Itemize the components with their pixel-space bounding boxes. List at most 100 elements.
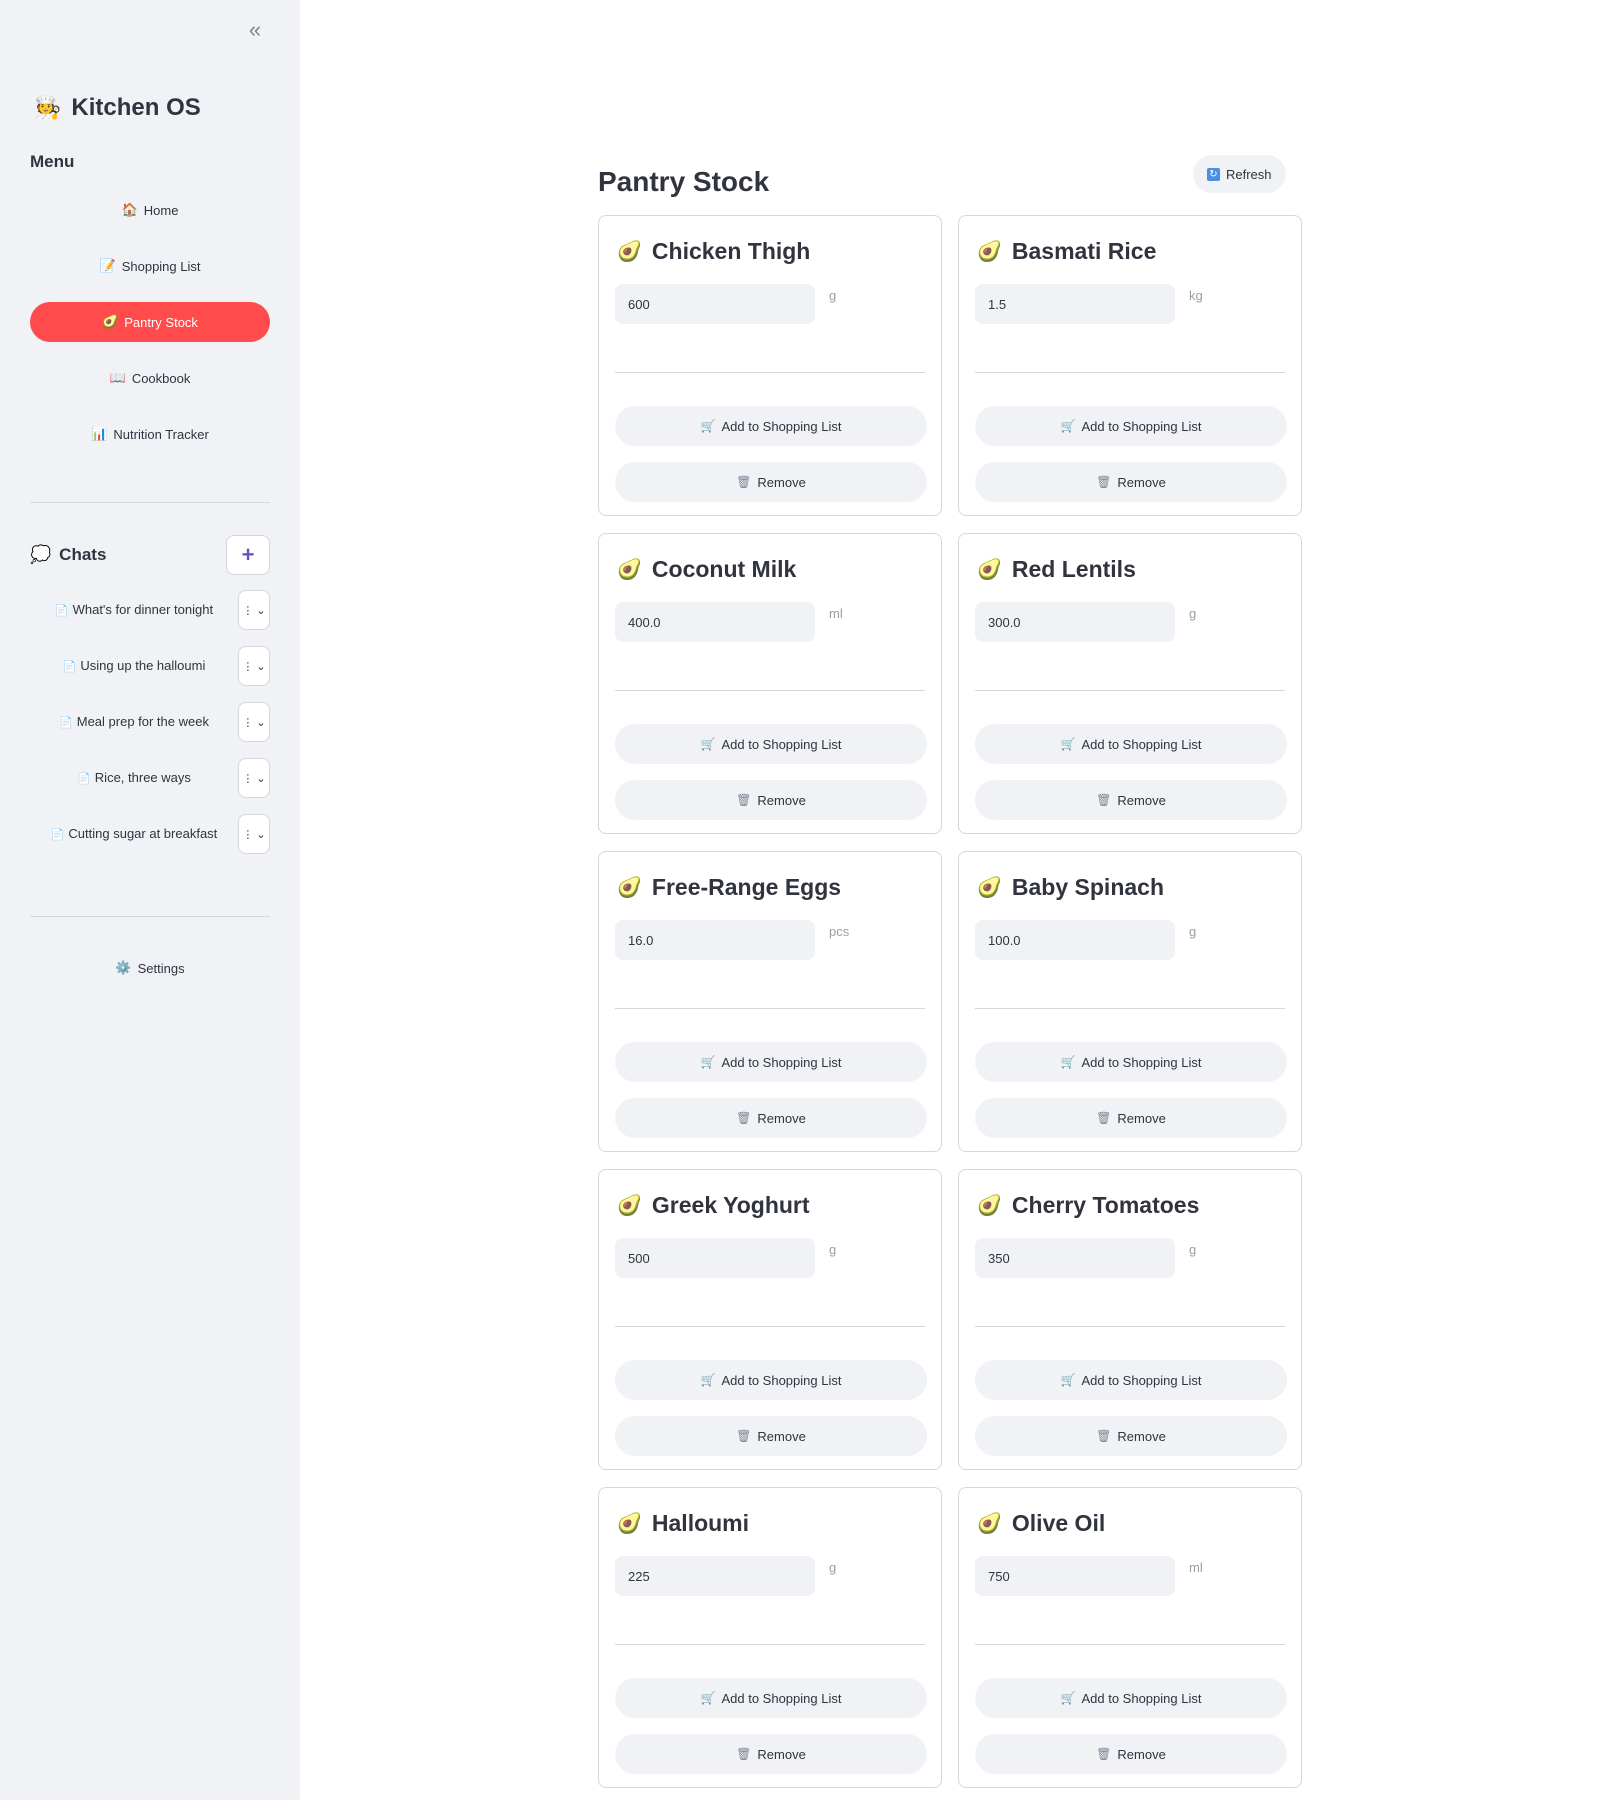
trash-icon: 🗑 (736, 1111, 752, 1125)
brand-title: Kitchen OS (71, 94, 201, 121)
remove-button[interactable]: 🗑 Remove (975, 780, 1287, 820)
nav-item-nutrition-tracker[interactable]: 📊 Nutrition Tracker (30, 414, 270, 454)
chat-options-button[interactable]: ⋮ ⌄ (238, 814, 270, 854)
pantry-item-title: 🥑 Basmati Rice (977, 238, 1156, 265)
sidebar-divider (30, 916, 270, 917)
unit-label: kg (1189, 288, 1203, 303)
main-nav: 🏠 Home 📝 Shopping List 🥑 Pantry Stock 📖 … (30, 190, 270, 470)
card-divider (615, 1644, 925, 1645)
add-to-shopping-list-button[interactable]: 🛒 Add to Shopping List (975, 1678, 1287, 1718)
collapse-sidebar-icon[interactable]: « (244, 18, 266, 42)
pantry-item-name: Coconut Milk (651, 556, 797, 582)
remove-button[interactable]: 🗑 Remove (615, 1098, 927, 1138)
pantry-item-title: 🥑 Red Lentils (977, 556, 1136, 583)
add-to-shopping-list-button[interactable]: 🛒 Add to Shopping List (615, 1042, 927, 1082)
chat-item-link[interactable]: 📄 Using up the halloumi (30, 654, 238, 679)
unit-label: g (829, 288, 837, 303)
add-to-shopping-list-button[interactable]: 🛒 Add to Shopping List (975, 406, 1287, 446)
pantry-item-name: Basmati Rice (1011, 238, 1157, 264)
quantity-input[interactable] (615, 602, 815, 642)
unit-label: g (1189, 1242, 1197, 1257)
avocado-icon: 🥑 (617, 1195, 642, 1217)
quantity-input[interactable] (615, 920, 815, 960)
add-to-shopping-list-label: Add to Shopping List (721, 418, 842, 434)
trash-icon: 🗑 (1096, 1429, 1112, 1443)
settings-link[interactable]: ⚙️ Settings (30, 948, 270, 988)
pantry-item-title: 🥑 Chicken Thigh (617, 238, 810, 265)
pantry-item-card: 🥑 Greek Yoghurt g 🛒 Add to Shopping List… (598, 1169, 942, 1470)
remove-button[interactable]: 🗑 Remove (975, 462, 1287, 502)
open-book-icon: 📖 (109, 370, 126, 385)
chat-options-button[interactable]: ⋮ ⌄ (238, 646, 270, 686)
bar-chart-icon: 📊 (91, 426, 108, 441)
pantry-item-card: 🥑 Chicken Thigh g 🛒 Add to Shopping List… (598, 215, 942, 516)
add-to-shopping-list-button[interactable]: 🛒 Add to Shopping List (615, 1360, 927, 1400)
add-to-shopping-list-label: Add to Shopping List (1081, 418, 1202, 434)
quantity-input[interactable] (975, 602, 1175, 642)
page-icon: 📄 (62, 660, 77, 673)
shopping-cart-icon: 🛒 (1060, 1373, 1076, 1387)
chat-item-link[interactable]: 📄 Rice, three ways (30, 766, 238, 791)
chat-item-label: What's for dinner tonight (72, 601, 214, 617)
quantity-input[interactable] (975, 1556, 1175, 1596)
nav-item-pantry-stock[interactable]: 🥑 Pantry Stock (30, 302, 270, 342)
quantity-input[interactable] (975, 1238, 1175, 1278)
add-to-shopping-list-label: Add to Shopping List (721, 1054, 842, 1070)
nav-item-shopping-list[interactable]: 📝 Shopping List (30, 246, 270, 286)
page-title: Pantry Stock (598, 166, 770, 197)
remove-button[interactable]: 🗑 Remove (975, 1098, 1287, 1138)
quantity-input[interactable] (975, 284, 1175, 324)
refresh-button[interactable]: ↻ Refresh (1193, 155, 1286, 193)
menu-heading: Menu (30, 152, 75, 171)
remove-button[interactable]: 🗑 Remove (615, 462, 927, 502)
add-to-shopping-list-button[interactable]: 🛒 Add to Shopping List (975, 1042, 1287, 1082)
quantity-input[interactable] (615, 284, 815, 324)
settings-label: Settings (137, 960, 185, 976)
nav-item-home[interactable]: 🏠 Home (30, 190, 270, 230)
quantity-input[interactable] (975, 920, 1175, 960)
chat-item: 📄 Using up the halloumi ⋮ ⌄ (30, 646, 270, 686)
plus-icon: + (241, 542, 255, 567)
thought-bubble-icon: 💭 (30, 545, 52, 564)
shopping-cart-icon: 🛒 (1060, 1691, 1076, 1705)
chat-item-link[interactable]: 📄 What's for dinner tonight (30, 598, 238, 623)
remove-label: Remove (757, 1428, 806, 1444)
chat-item-link[interactable]: 📄 Cutting sugar at breakfast (30, 822, 238, 847)
remove-label: Remove (757, 1110, 806, 1126)
pantry-item-title: 🥑 Free-Range Eggs (617, 874, 841, 901)
chat-item-link[interactable]: 📄 Meal prep for the week (30, 710, 238, 735)
add-to-shopping-list-label: Add to Shopping List (1081, 1054, 1202, 1070)
new-chat-button[interactable]: + (226, 535, 270, 575)
remove-button[interactable]: 🗑 Remove (975, 1416, 1287, 1456)
remove-button[interactable]: 🗑 Remove (615, 780, 927, 820)
add-to-shopping-list-button[interactable]: 🛒 Add to Shopping List (615, 406, 927, 446)
remove-button[interactable]: 🗑 Remove (615, 1416, 927, 1456)
add-to-shopping-list-button[interactable]: 🛒 Add to Shopping List (975, 724, 1287, 764)
kebab-icon: ⋮ (242, 604, 254, 617)
remove-label: Remove (1117, 1110, 1166, 1126)
card-divider (615, 1008, 925, 1009)
chat-options-button[interactable]: ⋮ ⌄ (238, 758, 270, 798)
pantry-item-card: 🥑 Baby Spinach g 🛒 Add to Shopping List … (958, 851, 1302, 1152)
pantry-item-name: Olive Oil (1011, 1510, 1106, 1536)
quantity-input[interactable] (615, 1238, 815, 1278)
chat-options-button[interactable]: ⋮ ⌄ (238, 702, 270, 742)
nav-item-cookbook[interactable]: 📖 Cookbook (30, 358, 270, 398)
add-to-shopping-list-button[interactable]: 🛒 Add to Shopping List (615, 724, 927, 764)
pantry-item-name: Cherry Tomatoes (1011, 1192, 1200, 1218)
add-to-shopping-list-button[interactable]: 🛒 Add to Shopping List (615, 1678, 927, 1718)
chat-options-button[interactable]: ⋮ ⌄ (238, 590, 270, 630)
card-divider (615, 690, 925, 691)
add-to-shopping-list-button[interactable]: 🛒 Add to Shopping List (975, 1360, 1287, 1400)
sidebar: « 🧑‍🍳 Kitchen OS Menu 🏠 Home 📝 Shopping … (0, 0, 300, 1800)
remove-button[interactable]: 🗑 Remove (615, 1734, 927, 1774)
quantity-input[interactable] (615, 1556, 815, 1596)
gear-icon: ⚙️ (115, 960, 132, 975)
remove-button[interactable]: 🗑 Remove (975, 1734, 1287, 1774)
chef-icon: 🧑‍🍳 (34, 95, 62, 120)
trash-icon: 🗑 (1096, 793, 1112, 807)
avocado-icon: 🥑 (617, 559, 642, 581)
pantry-item-title: 🥑 Coconut Milk (617, 556, 796, 583)
unit-label: ml (1189, 1560, 1203, 1575)
memo-icon: 📝 (99, 258, 116, 273)
